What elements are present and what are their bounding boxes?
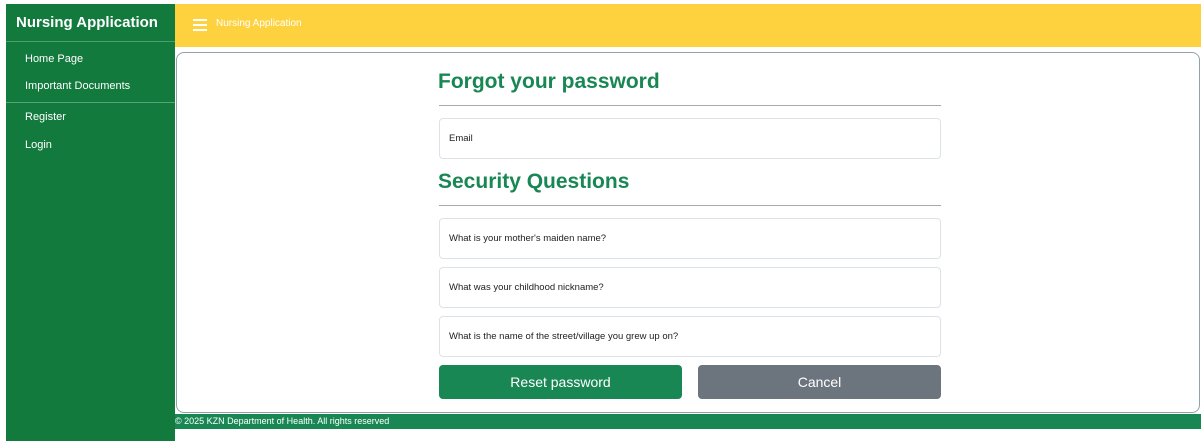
sidebar-item-register[interactable]: Register [6, 103, 175, 131]
page-title: Forgot your password [438, 70, 660, 93]
title-divider [439, 105, 941, 106]
security-questions-heading: Security Questions [438, 170, 630, 193]
reset-password-button[interactable]: Reset password [439, 365, 682, 399]
footer: © 2025 KZN Department of Health. All rig… [175, 414, 1201, 429]
sidebar-item-important-documents[interactable]: Important Documents [6, 71, 175, 101]
cancel-button[interactable]: Cancel [698, 365, 941, 399]
sidebar-nav-secondary: Register Login [6, 103, 175, 159]
nickname-field[interactable]: What was your childhood nickname? [439, 267, 941, 308]
sidebar-brand[interactable]: Nursing Application [6, 4, 175, 42]
security-divider [439, 205, 941, 206]
topbar-title: Nursing Application [216, 18, 302, 29]
sidebar: Nursing Application Home Page Important … [6, 4, 175, 441]
sidebar-item-login[interactable]: Login [6, 131, 175, 159]
street-field[interactable]: What is the name of the street/village y… [439, 316, 941, 357]
email-field[interactable]: Email [439, 118, 941, 159]
sidebar-nav-primary: Home Page Important Documents [6, 42, 175, 101]
hamburger-icon[interactable] [193, 19, 207, 31]
maiden-name-field[interactable]: What is your mother's maiden name? [439, 218, 941, 259]
topbar: Nursing Application [175, 4, 1201, 47]
sidebar-item-home[interactable]: Home Page [6, 47, 175, 71]
